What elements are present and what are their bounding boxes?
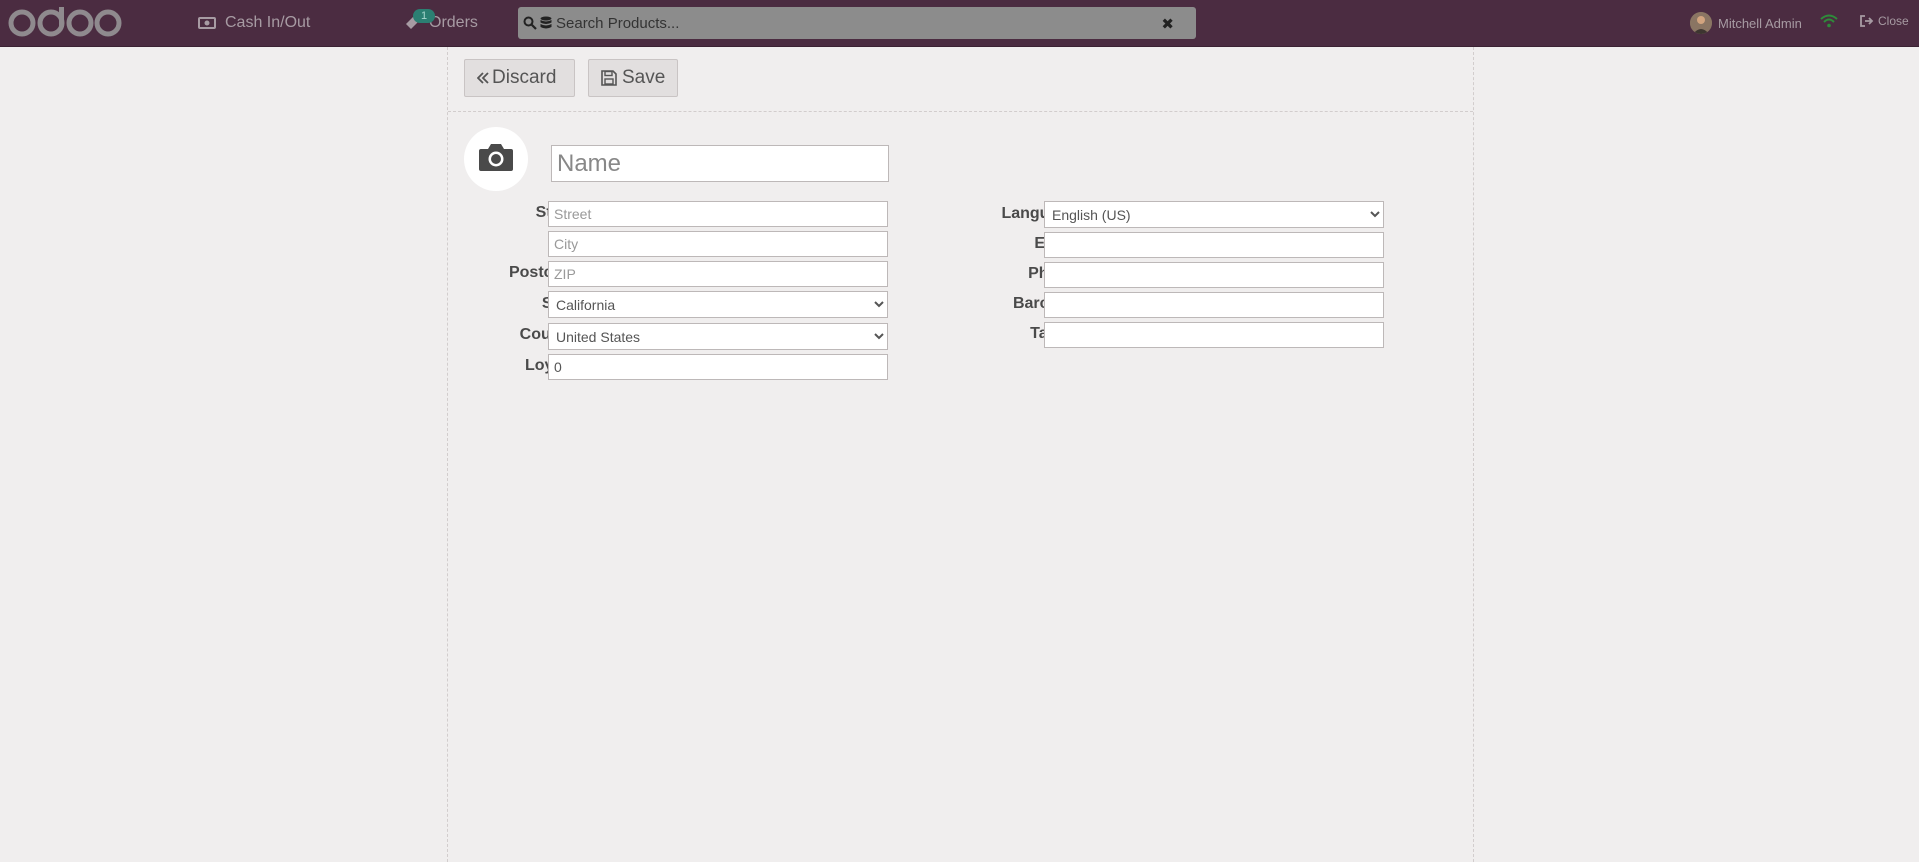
country-select[interactable]: United States [548, 323, 888, 350]
cash-in-out-button[interactable]: Cash In/Out [198, 0, 310, 46]
clear-search-icon[interactable]: ✖ [1161, 15, 1174, 33]
cash-in-out-label: Cash In/Out [225, 14, 311, 31]
save-label: Save [622, 67, 666, 88]
postcode-field[interactable] [548, 261, 888, 287]
search-icon [523, 16, 537, 30]
user-profile[interactable]: Mitchell Admin [1690, 12, 1802, 34]
discard-label: Discard [492, 67, 557, 88]
language-select[interactable]: English (US) [1044, 201, 1384, 228]
loyalty-field[interactable] [548, 354, 888, 380]
state-select[interactable]: California [548, 291, 888, 318]
sign-out-icon [1860, 15, 1874, 27]
discard-button[interactable]: Discard [464, 59, 575, 97]
save-button[interactable]: Save [588, 59, 678, 97]
camera-icon [478, 142, 514, 177]
top-navbar: Cash In/Out 1 Orders ✖ Mitchell Admin Cl… [0, 0, 1919, 47]
floppy-disk-icon [601, 70, 617, 86]
customer-photo-upload[interactable] [464, 127, 528, 191]
product-search-bar: ✖ [518, 7, 1196, 39]
close-label: Close [1878, 14, 1909, 28]
street-field[interactable] [548, 201, 888, 227]
orders-label: Orders [429, 14, 478, 31]
money-icon [198, 16, 216, 30]
user-name: Mitchell Admin [1718, 15, 1802, 31]
city-field[interactable] [548, 231, 888, 257]
wifi-icon [1820, 14, 1838, 33]
search-input[interactable] [554, 13, 1148, 33]
email-field[interactable] [1044, 232, 1384, 258]
close-session-button[interactable]: Close [1860, 14, 1909, 28]
double-chevron-left-icon [477, 72, 489, 84]
form-toolbar: Discard Save [448, 47, 1473, 112]
phone-field[interactable] [1044, 262, 1384, 288]
avatar [1690, 12, 1712, 34]
customer-name-input[interactable] [551, 145, 889, 182]
barcode-field[interactable] [1044, 292, 1384, 318]
customer-edit-panel: Discard Save Street City Postcode State … [447, 47, 1474, 862]
orders-button[interactable]: 1 Orders [404, 0, 478, 46]
odoo-logo[interactable] [8, 6, 123, 40]
tax-id-field[interactable] [1044, 322, 1384, 348]
orders-count-badge: 1 [413, 9, 435, 23]
database-icon [540, 16, 552, 30]
